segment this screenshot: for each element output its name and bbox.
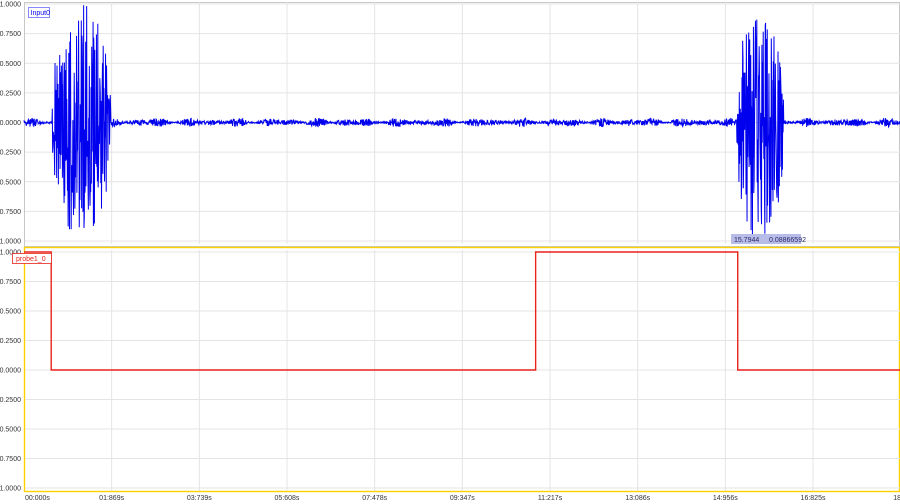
x-tick-label: 13:086s (625, 495, 650, 502)
x-tick-label: 07:478s (362, 495, 387, 502)
x-tick-label: 05:608s (275, 495, 300, 502)
y-tick-label: -0.5000 (0, 427, 21, 434)
top-panel[interactable]: 1.0000 0.7500 0.5000 0.2500 0.0000 -0.2500 -0.… (0, 2, 900, 247)
bottom-panel-y-axis: 1.00000.75000.50000.25000.0000-0.2500-0.… (0, 250, 21, 493)
y-tick-label: -1.0000 (0, 239, 21, 246)
x-tick-label: 16:825s (801, 495, 826, 502)
cursor-time-label: 15.7944 (734, 237, 759, 244)
y-tick-label: 0.5000 (0, 61, 21, 68)
y-tick-label: -0.2500 (0, 397, 21, 404)
y-tick-label: -1.0000 (0, 486, 21, 493)
x-tick-label: 00:000s (25, 495, 50, 502)
x-tick-label: 18:6 (893, 495, 900, 502)
cursor-readout[interactable]: 15.7944 0.08866592 (731, 234, 806, 244)
y-tick-label: -0.2500 (0, 150, 21, 157)
top-panel-y-axis: 1.0000 0.7500 0.5000 0.2500 0.0000 -0.2500 -0.… (0, 2, 21, 246)
y-tick-label: 0.5000 (0, 309, 21, 316)
time-axis: 00:000s 01:869s 03:739s 05:608s 07:478s 09:34… (25, 495, 900, 502)
y-tick-label: 0.0000 (0, 120, 21, 127)
y-tick-label: -0.7500 (0, 456, 21, 463)
cursor-value-label: 0.08866592 (769, 237, 806, 244)
x-tick-label: 03:739s (187, 495, 212, 502)
y-tick-label: 0.2500 (0, 338, 21, 345)
probe1-0-legend-label: probe1_0 (16, 256, 46, 263)
x-tick-label: 11:217s (538, 495, 563, 502)
y-tick-label: 0.7500 (0, 31, 21, 38)
y-tick-label: -0.5000 (0, 179, 21, 186)
x-tick-label: 09:347s (450, 495, 475, 502)
input0-legend-label: Input0 (31, 10, 51, 17)
x-tick-label: 14:956s (713, 495, 738, 502)
y-tick-label: 0.2500 (0, 90, 21, 97)
oscilloscope-view: 1.0000 0.7500 0.5000 0.2500 0.0000 -0.2500 -0.… (0, 2, 900, 502)
input0-legend[interactable]: Input0 (28, 7, 51, 18)
y-tick-label: -0.7500 (0, 209, 21, 216)
y-tick-label: 0.7500 (0, 279, 21, 286)
bottom-panel[interactable]: 1.00000.75000.50000.25000.0000-0.2500-0.… (0, 246, 900, 493)
y-tick-label: 0.0000 (0, 368, 21, 375)
probe1-0-legend[interactable]: probe1_0 (12, 253, 52, 264)
x-tick-label: 01:869s (99, 495, 124, 502)
y-tick-label: 1.0000 (0, 2, 21, 9)
